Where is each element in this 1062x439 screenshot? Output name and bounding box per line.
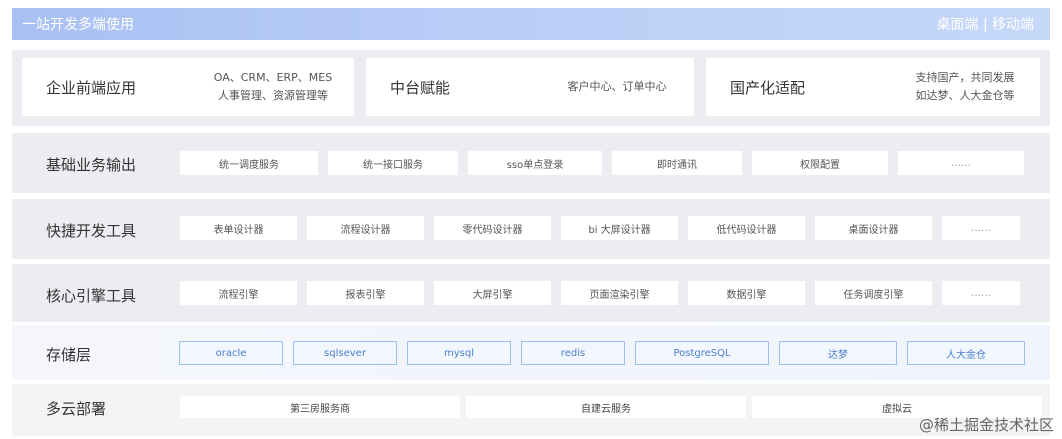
engine-item: 大屏引擎	[434, 281, 551, 305]
service-item: 权限配置	[752, 151, 888, 175]
header-bar: 一站开发多端使用 桌面端 | 移动端	[12, 8, 1050, 40]
service-item: 统一调度服务	[180, 151, 318, 175]
card-title: 国产化适配	[730, 79, 806, 97]
db-redis: redis	[521, 341, 625, 365]
db-kingbase: 人大金仓	[907, 341, 1025, 365]
row-label: 基础业务输出	[46, 156, 137, 174]
service-item: sso单点登录	[468, 151, 602, 175]
card-desc: 客户中心、订单中心	[567, 80, 667, 93]
card-middle-platform: 中台赋能 客户中心、订单中心	[366, 58, 694, 116]
tool-item: 表单设计器	[180, 216, 297, 240]
tool-item: bi 大屏设计器	[561, 216, 678, 240]
row-label: 核心引擎工具	[46, 287, 137, 305]
card-title: 企业前端应用	[46, 79, 137, 97]
engine-item: 任务调度引擎	[815, 281, 932, 305]
more-item: ……	[942, 216, 1020, 240]
storage-label: 存储层	[46, 346, 92, 364]
deploy-self-built: 自建云服务	[466, 396, 746, 418]
deploy-label: 多云部署	[46, 400, 107, 418]
row-items-basic-business: 统一调度服务 统一接口服务 sso单点登录 即时通讯 权限配置 ……	[180, 151, 1034, 175]
db-sqlsever: sqlsever	[293, 341, 397, 365]
card-desc: OA、CRM、ERP、MES 人事管理、资源管理等	[213, 71, 333, 102]
tool-item: 低代码设计器	[688, 216, 805, 240]
tool-item: 零代码设计器	[434, 216, 551, 240]
row-items-engines: 流程引擎 报表引擎 大屏引擎 页面渲染引擎 数据引擎 任务调度引擎 ……	[180, 281, 1020, 305]
more-item: ……	[898, 151, 1024, 175]
row-label: 快捷开发工具	[46, 222, 137, 240]
engine-item: 数据引擎	[688, 281, 805, 305]
storage-items: oracle sqlsever mysql redis PostgreSQL 达…	[179, 341, 1025, 365]
service-item: 统一接口服务	[328, 151, 458, 175]
db-dameng: 达梦	[779, 341, 897, 365]
service-item: 即时通讯	[612, 151, 742, 175]
db-mysql: mysql	[407, 341, 511, 365]
header-title: 一站开发多端使用	[22, 17, 134, 33]
engine-item: 流程引擎	[180, 281, 297, 305]
card-title: 中台赋能	[390, 79, 451, 97]
card-enterprise-frontend: 企业前端应用 OA、CRM、ERP、MES 人事管理、资源管理等	[22, 58, 354, 116]
tool-item: 流程设计器	[307, 216, 424, 240]
row-items-dev-tools: 表单设计器 流程设计器 零代码设计器 bi 大屏设计器 低代码设计器 桌面设计器…	[180, 216, 1020, 240]
db-oracle: oracle	[179, 341, 283, 365]
engine-item: 页面渲染引擎	[561, 281, 678, 305]
watermark: @稀土掘金技术社区	[918, 416, 1054, 434]
db-postgresql: PostgreSQL	[635, 341, 769, 365]
card-desc: 支持国产，共同发展 如达梦、人大金仓等	[915, 71, 1015, 102]
card-localization: 国产化适配 支持国产，共同发展 如达梦、人大金仓等	[706, 58, 1040, 116]
header-platforms: 桌面端 | 移动端	[936, 17, 1034, 33]
deploy-third-party: 第三房服务商	[180, 396, 460, 418]
more-item: ……	[942, 281, 1020, 305]
tool-item: 桌面设计器	[815, 216, 932, 240]
engine-item: 报表引擎	[307, 281, 424, 305]
